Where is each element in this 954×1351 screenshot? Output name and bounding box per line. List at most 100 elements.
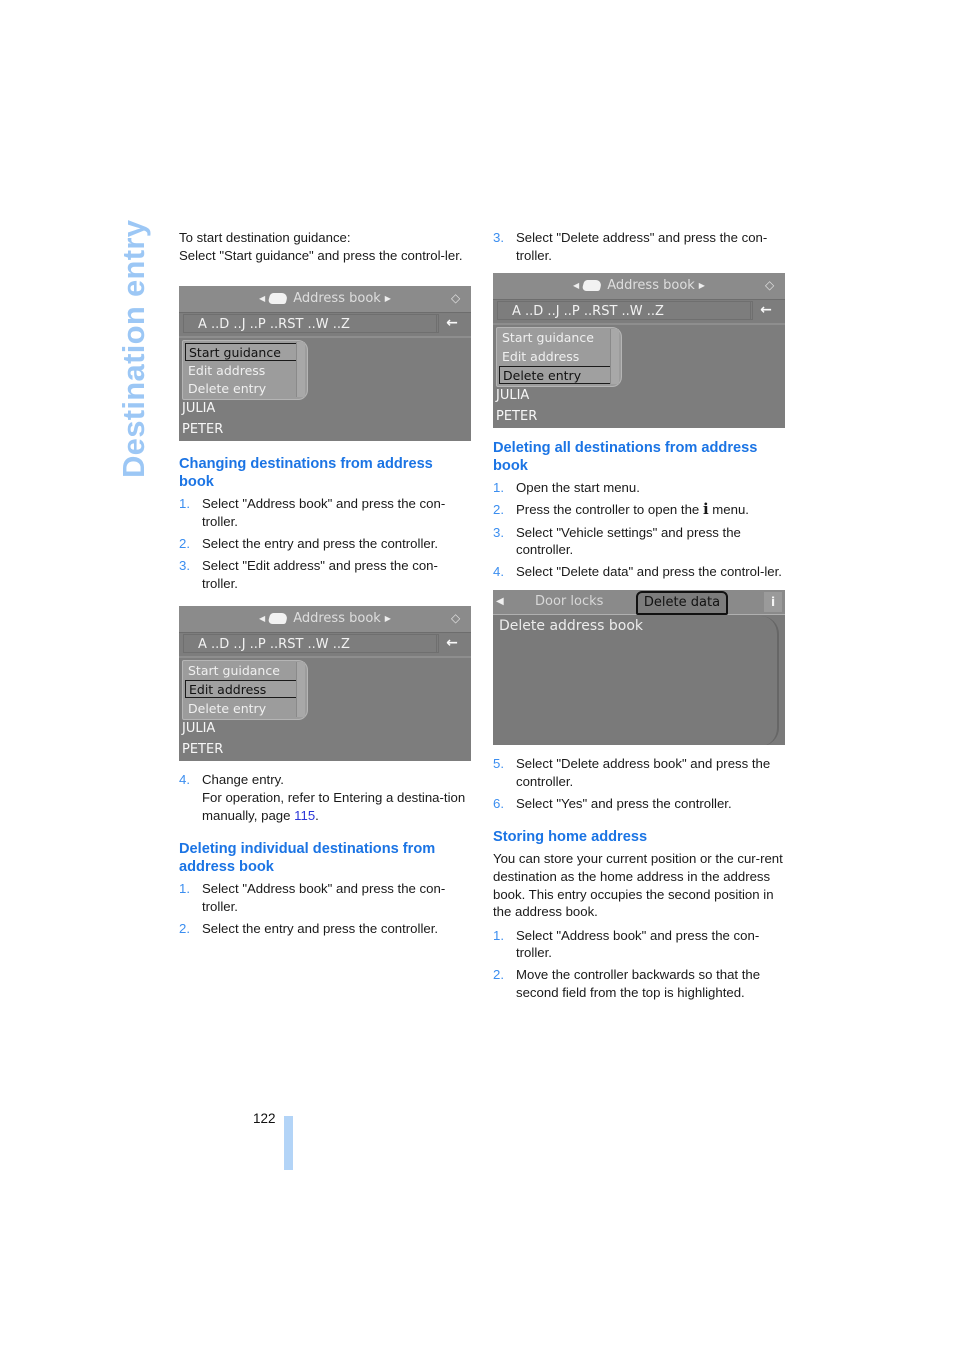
step-text: Change entry.: [202, 772, 284, 788]
step-item: 2. Press the controller to open the i men…: [493, 501, 785, 519]
intro-line: To start destination guidance:: [179, 230, 351, 245]
punctuation: .: [315, 807, 319, 823]
menu-option-delete-entry[interactable]: Delete entry: [185, 380, 297, 398]
menu-option-delete-entry[interactable]: Delete entry: [499, 366, 611, 385]
scroll-arc: [761, 615, 779, 745]
section-heading: Deleting all destinations from address b…: [493, 440, 758, 475]
back-arrow-icon[interactable]: ←: [436, 314, 467, 334]
arrow-left-icon: ◀: [573, 281, 580, 291]
entry-peter[interactable]: PETER: [182, 741, 223, 759]
back-arrow-icon[interactable]: ←: [436, 634, 467, 654]
section-deleting-all: Deleting all destinations from address b…: [493, 439, 785, 581]
arrow-left-icon[interactable]: ◀: [496, 593, 504, 611]
section-heading: Storing home address: [493, 829, 648, 846]
address-book-icon: [267, 613, 289, 625]
step-text: Move the controller backwards so that th…: [516, 967, 761, 1001]
controller-icon: ◇: [765, 278, 775, 293]
entry-julia[interactable]: JULIA: [182, 720, 215, 738]
chapter-side-title: Destination entry: [114, 220, 154, 480]
arrow-right-icon: ▶: [698, 281, 705, 291]
back-arrow-icon[interactable]: ←: [750, 301, 781, 321]
screen-address-book-delete-entry: ◀ Address book ▶ ◇ A ..D ..J ..P ..RST ..W…: [493, 273, 785, 429]
menu-option-start-guidance[interactable]: Start guidance: [185, 343, 297, 362]
step-number: 2.: [493, 502, 504, 518]
tab-delete-data[interactable]: Delete data: [636, 590, 728, 615]
step-number: 2.: [179, 535, 190, 551]
section-changing-destinations: Changing destinations from address book …: [179, 455, 471, 592]
step-item: 3. Select "Vehicle settings" and press th…: [493, 524, 785, 559]
step-text: Select "Delete address book" and press t…: [516, 755, 771, 789]
step-item: 5. Select "Delete address book" and press…: [493, 755, 785, 790]
step-number: 5.: [493, 755, 504, 771]
context-menu: Start guidance Edit address Delete entry: [496, 327, 622, 388]
entry-julia[interactable]: JULIA: [182, 400, 215, 418]
step-number: 1.: [179, 496, 190, 512]
entry-julia[interactable]: JULIA: [496, 387, 529, 405]
alphabet-bar[interactable]: A ..D ..J ..P ..RST ..W ..Z: [497, 301, 753, 321]
section-storing-home-address: Storing home address You can store your …: [493, 828, 785, 1001]
tab-door-locks[interactable]: Door locks: [535, 593, 603, 611]
step-item: 2. Select the entry and press the control…: [179, 920, 471, 938]
step-text: Select "Address book" and press the con-…: [202, 881, 446, 914]
step-item: 1. Select "Address book" and press the co…: [179, 880, 471, 915]
step-list-delete-address: 3. Select "Delete address" and press the …: [493, 229, 785, 264]
arrow-right-icon: ▶: [384, 294, 391, 304]
step-text: Select "Address book" and press the con-…: [202, 496, 446, 529]
right-column: 3. Select "Delete address" and press the …: [493, 229, 785, 1006]
menu-option-edit-address[interactable]: Edit address: [185, 362, 297, 380]
page-reference-link[interactable]: 115: [294, 808, 315, 823]
step-reference-text: For operation, refer to Entering a desti…: [202, 789, 466, 823]
entry-peter[interactable]: PETER: [182, 421, 223, 439]
screen-title: Address book: [293, 611, 381, 627]
step-number: 3.: [179, 558, 190, 574]
step-item: 3. Select "Delete address" and press the …: [493, 229, 785, 264]
divider: [179, 656, 471, 659]
step-text: menu.: [708, 502, 749, 518]
step-item: 2. Select the entry and press the control…: [179, 535, 471, 553]
entry-peter[interactable]: PETER: [496, 408, 537, 426]
context-menu: Start guidance Edit address Delete entry: [182, 660, 308, 721]
step-number: 4.: [493, 564, 504, 580]
step-text: Select "Vehicle settings" and press the …: [516, 524, 741, 558]
step-text: Select "Delete address" and press the co…: [516, 230, 768, 263]
chapter-title-text: Destination entry: [116, 219, 151, 478]
alphabet-bar[interactable]: A ..D ..J ..P ..RST ..W ..Z: [183, 634, 439, 654]
step-item: 1. Open the start menu.: [493, 479, 785, 497]
menu-option-edit-address[interactable]: Edit address: [499, 348, 611, 366]
screen-title: Address book: [293, 291, 381, 307]
menu-item-delete-address-book[interactable]: Delete address book: [499, 618, 643, 636]
menu-option-delete-entry[interactable]: Delete entry: [185, 700, 297, 718]
divider: [179, 336, 471, 339]
step-number: 1.: [179, 881, 190, 897]
step-item: 4. Select "Delete data" and press the con…: [493, 563, 785, 581]
step-number: 2.: [179, 920, 190, 936]
step-text: Select "Yes" and press the controller.: [516, 795, 732, 811]
screen-vehicle-settings-delete-data: ◀ Door locks Delete data i Delete addres…: [493, 589, 785, 745]
section-heading: Deleting individual destinations from ad…: [179, 841, 436, 876]
step-number: 6.: [493, 795, 504, 811]
step-item: 2. Move the controller backwards so that …: [493, 966, 785, 1001]
step-text: Open the start menu.: [516, 480, 640, 496]
step-list-confirm: 5. Select "Delete address book" and press…: [493, 755, 785, 812]
step-number: 3.: [493, 524, 504, 540]
intro-instruction: Select "Start guidance" and press the co…: [179, 247, 463, 263]
step-text: Press the controller to open the: [516, 502, 703, 518]
page-number: 122: [253, 1111, 276, 1126]
menu-scrollbar: [610, 329, 619, 385]
menu-scrollbar: [296, 662, 305, 718]
arrow-left-icon: ◀: [259, 294, 266, 304]
screen-address-book-edit-address: ◀ Address book ▶ ◇ A ..D ..J ..P ..RST ..W…: [179, 606, 471, 762]
menu-option-start-guidance[interactable]: Start guidance: [185, 662, 297, 680]
controller-icon: ◇: [451, 611, 461, 626]
step-number: 3.: [493, 230, 504, 245]
menu-option-edit-address[interactable]: Edit address: [185, 680, 297, 699]
alphabet-bar[interactable]: A ..D ..J ..P ..RST ..W ..Z: [183, 314, 439, 334]
step-item: 6. Select "Yes" and press the controller.: [493, 795, 785, 813]
info-icon[interactable]: i: [764, 591, 782, 612]
step-text: Select "Edit address" and press the con-…: [202, 558, 438, 591]
menu-option-start-guidance[interactable]: Start guidance: [499, 329, 611, 347]
section-heading: Changing destinations from address book: [179, 456, 433, 491]
step-item: 4. Change entry. For operation, refer to E…: [179, 771, 471, 824]
context-menu: Start guidance Edit address Delete entry: [182, 340, 308, 401]
step-text: Select "Delete data" and press the contr…: [516, 564, 782, 580]
